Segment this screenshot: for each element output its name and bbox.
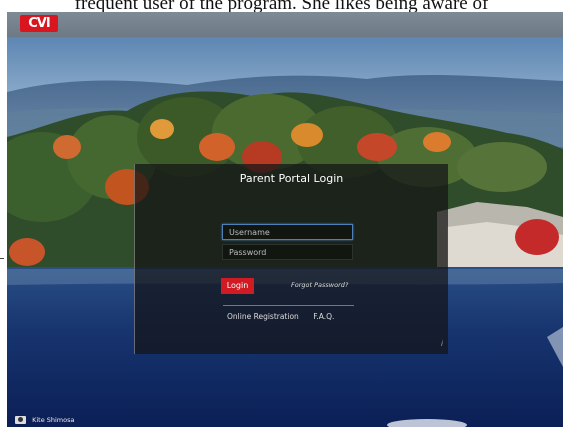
login-button[interactable]: Login	[221, 278, 254, 294]
username-field[interactable]	[222, 224, 353, 240]
password-field[interactable]	[222, 244, 353, 260]
portal-screenshot: CVI Parent Portal Login Username Login F…	[7, 12, 563, 427]
faq-link[interactable]: F.A.Q.	[313, 312, 334, 321]
page-edge-mark	[0, 258, 4, 259]
bottom-links: Online Registration F.A.Q.	[227, 312, 346, 321]
login-title: Parent Portal Login	[239, 172, 344, 185]
panel-divider	[223, 305, 354, 306]
camera-icon	[15, 416, 26, 424]
login-panel: Parent Portal Login Login Forgot Passwor…	[134, 164, 448, 354]
brand-logo[interactable]: CVI	[20, 15, 58, 32]
top-bar: CVI	[7, 12, 563, 37]
online-registration-link[interactable]: Online Registration	[227, 312, 299, 321]
info-icon[interactable]: i	[441, 340, 443, 348]
forgot-password-link[interactable]: Forgot Password?	[291, 281, 348, 289]
photo-credit: Kite Shimosa	[15, 416, 75, 424]
photo-credit-text: Kite Shimosa	[32, 416, 75, 424]
